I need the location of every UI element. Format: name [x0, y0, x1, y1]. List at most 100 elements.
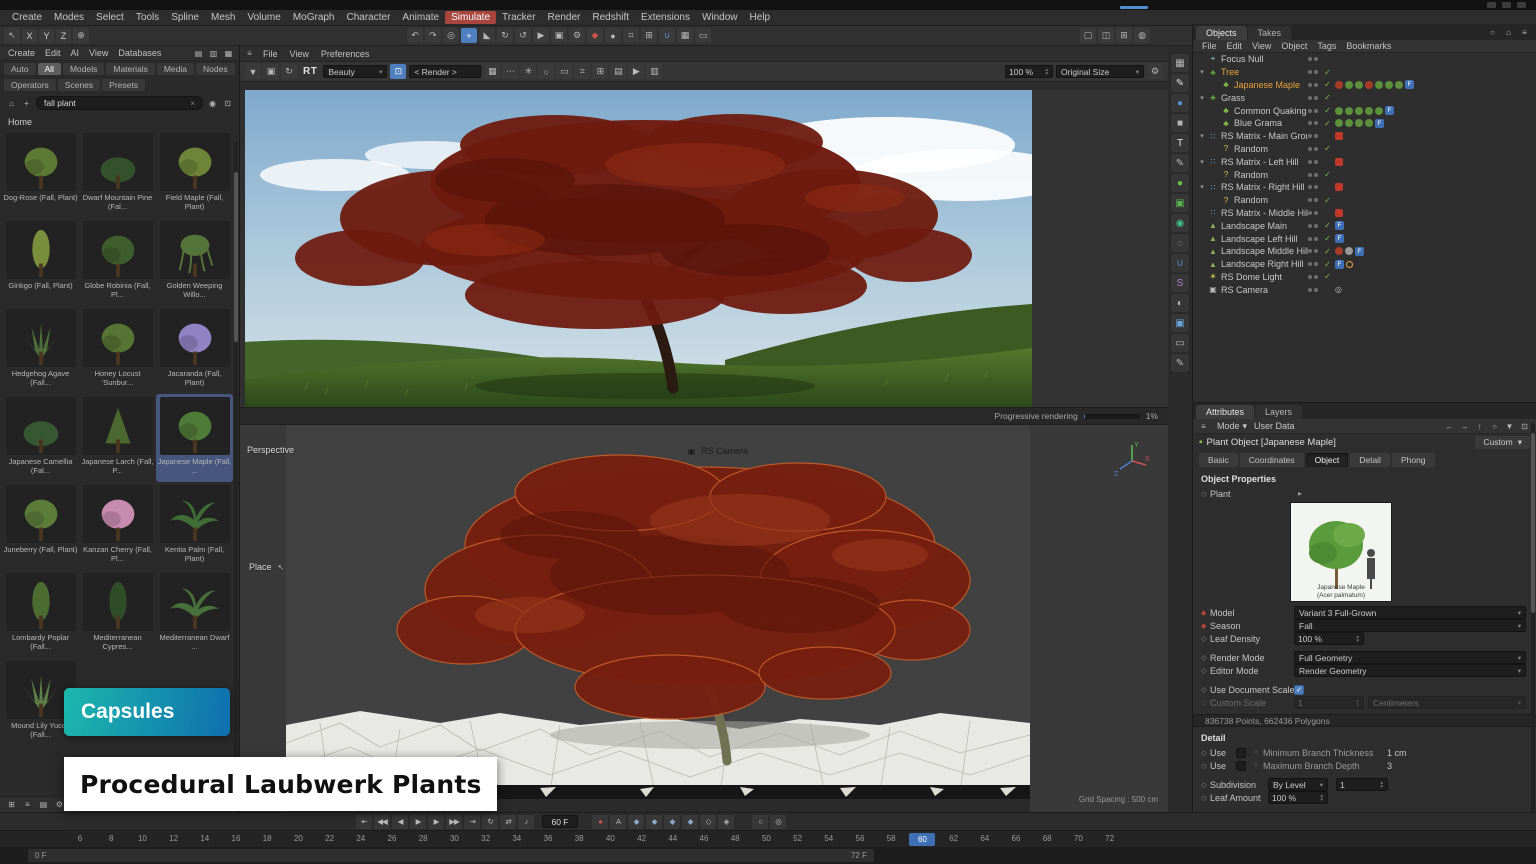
filter-tab-all[interactable]: All [38, 63, 61, 75]
field-tag[interactable]: F [1335, 221, 1344, 230]
menu-select[interactable]: Select [90, 11, 130, 24]
asset-lombardy-poplar-fall[interactable]: Lombardy Poplar (Fall... [2, 570, 79, 658]
custom-scale-unit-dropdown[interactable]: Centimeters▾ [1368, 696, 1526, 709]
pen-icon[interactable]: ✎ [1171, 74, 1189, 92]
visibility-dots[interactable] [1308, 83, 1320, 87]
object-menu-file[interactable]: File [1197, 41, 1222, 51]
expand-arrow-icon[interactable]: ▾ [1197, 158, 1207, 166]
pointer-icon[interactable]: ↖ [4, 28, 20, 43]
object-menu-tags[interactable]: Tags [1312, 41, 1341, 51]
object-menu-bookmarks[interactable]: Bookmarks [1341, 41, 1396, 51]
render-mode-dropdown[interactable]: Full Geometry▾ [1294, 651, 1526, 664]
magnet-icon[interactable]: ∪ [1171, 254, 1189, 272]
visibility-dots[interactable] [1308, 147, 1320, 151]
material-chip[interactable] [1345, 107, 1353, 115]
titlebar-icon-1[interactable] [1487, 2, 1496, 8]
enabled-check[interactable]: ✓ [1322, 144, 1333, 153]
redshift-tag-chip[interactable] [1335, 132, 1343, 140]
expand-arrow-icon[interactable]: ▾ [1197, 94, 1207, 102]
autokey-icon[interactable]: A [610, 815, 626, 829]
visibility-dots[interactable] [1308, 121, 1320, 125]
object-menu-view[interactable]: View [1247, 41, 1276, 51]
viewport-menu-file[interactable]: File [258, 49, 283, 59]
axis-lock-x[interactable]: X [22, 29, 37, 43]
material-chip[interactable] [1375, 107, 1383, 115]
lock-icon[interactable]: ⊡ [221, 97, 234, 109]
attr-tab-basic[interactable]: Basic [1199, 453, 1238, 467]
selection-ring[interactable] [1346, 261, 1353, 268]
manager-tab-layers[interactable]: Layers [1255, 405, 1302, 419]
enabled-check[interactable]: ✓ [1322, 234, 1333, 243]
menu-window[interactable]: Window [696, 11, 744, 24]
tree-row-rs-dome-light[interactable]: ☀RS Dome Light✓ [1193, 271, 1536, 284]
enabled-check[interactable]: ✓ [1322, 221, 1333, 230]
tree-row-random[interactable]: ?Random✓ [1193, 168, 1536, 181]
tree-row-rs-matrix-right-hill[interactable]: ▾∷RS Matrix - Right Hill [1193, 181, 1536, 194]
expand-arrow-icon[interactable]: ▾ [1197, 68, 1207, 76]
tree-row-rs-matrix-main-ground[interactable]: ▾∷RS Matrix - Main Ground [1193, 130, 1536, 143]
frame-range-slider[interactable]: 0 F 72 F [28, 849, 874, 862]
visibility-dots[interactable] [1308, 237, 1320, 241]
visibility-dots[interactable] [1308, 70, 1320, 74]
jump-end-icon[interactable]: ⇥ [464, 815, 480, 829]
field-tag[interactable]: F [1335, 234, 1344, 243]
snap-icon[interactable]: ⌗ [623, 28, 639, 43]
menu-redshift[interactable]: Redshift [586, 11, 635, 24]
visibility-dots[interactable] [1308, 275, 1320, 279]
key-marker[interactable]: ◇ [1201, 781, 1210, 789]
grid2-icon[interactable]: ▦ [484, 64, 500, 79]
asset-menu-databases[interactable]: Databases [113, 48, 166, 58]
visibility-dots[interactable] [1308, 198, 1320, 202]
axis-globe-icon[interactable]: ⊕ [73, 28, 89, 43]
enabled-check[interactable]: ✓ [1322, 170, 1333, 179]
up-icon[interactable]: ↑ [1473, 420, 1486, 432]
enabled-check[interactable]: ✓ [1322, 80, 1333, 89]
undo-icon[interactable]: ↶ [407, 28, 423, 43]
rotate-icon[interactable]: ↻ [497, 28, 513, 43]
enabled-check[interactable]: ✓ [1322, 119, 1333, 128]
expand-plant-icon[interactable]: ▸ [1298, 489, 1302, 498]
text-icon[interactable]: T [1171, 134, 1189, 152]
redshift-tag-chip[interactable] [1335, 183, 1343, 191]
place-tool-label[interactable]: Place ↖ [249, 561, 288, 573]
clock-icon[interactable]: ◐ [1171, 294, 1189, 312]
subdivision-mode-dropdown[interactable]: By Level ▾ [1268, 778, 1328, 791]
visibility-dots[interactable] [1308, 57, 1320, 61]
axis-gizmo[interactable]: Y X Z [1112, 439, 1152, 479]
field-tag[interactable]: F [1375, 119, 1384, 128]
material-chip[interactable] [1395, 81, 1403, 89]
object-menu-object[interactable]: Object [1276, 41, 1312, 51]
material-icon[interactable]: ● [605, 28, 621, 43]
asset-kanzan-cherry-fall-pl[interactable]: Kanzan Cherry (Fall, Pl... [79, 482, 156, 570]
enabled-check[interactable]: ✓ [1322, 106, 1333, 115]
key-marker[interactable]: ◇ [1201, 654, 1210, 662]
asset-field-maple-fall-plant[interactable]: Field Maple (Fall, Plant) [156, 130, 233, 218]
render-view-icon[interactable]: ▶ [533, 28, 549, 43]
asset-dog-rose-fall-plant[interactable]: Dog-Rose (Fall, Plant) [2, 130, 79, 218]
next-key-icon[interactable]: ▶▶ [446, 815, 462, 829]
material-chip[interactable] [1335, 247, 1343, 255]
viewport-menu-preferences[interactable]: Preferences [316, 49, 375, 59]
object-menu-edit[interactable]: Edit [1222, 41, 1248, 51]
home-icon[interactable]: ⌂ [5, 97, 18, 109]
back-icon[interactable]: ← [1443, 420, 1456, 432]
key-pos-icon[interactable]: ◆ [628, 815, 644, 829]
current-frame-field[interactable]: 60 F [542, 815, 578, 828]
record-icon[interactable]: ● [592, 815, 608, 829]
search-input[interactable]: fall plant × [36, 96, 203, 110]
material-chip[interactable] [1335, 119, 1343, 127]
asset-dwarf-mountain-pine-fal[interactable]: Dwarf Mountain Pine (Fal... [79, 130, 156, 218]
workplane-icon[interactable]: ▭ [695, 28, 711, 43]
material-chip[interactable] [1345, 247, 1353, 255]
tree-row-random[interactable]: ?Random✓ [1193, 143, 1536, 156]
asset-japanese-larch-fall-p[interactable]: Japanese Larch (Fall, P... [79, 394, 156, 482]
titlebar-icon-2[interactable] [1502, 2, 1511, 8]
key-marker[interactable]: ○ [1254, 762, 1263, 769]
ipr-icon[interactable]: ▶ [628, 64, 644, 79]
leaf-amount-field[interactable]: 100 % ▲▼ [1268, 791, 1328, 804]
filter-tab-models[interactable]: Models [63, 63, 104, 75]
cube-icon[interactable]: ■ [1171, 114, 1189, 132]
lock-icon[interactable]: ⊡ [390, 64, 406, 79]
expand-arrow-icon[interactable]: ▾ [1197, 132, 1207, 140]
attr-tab-coordinates[interactable]: Coordinates [1240, 453, 1304, 467]
